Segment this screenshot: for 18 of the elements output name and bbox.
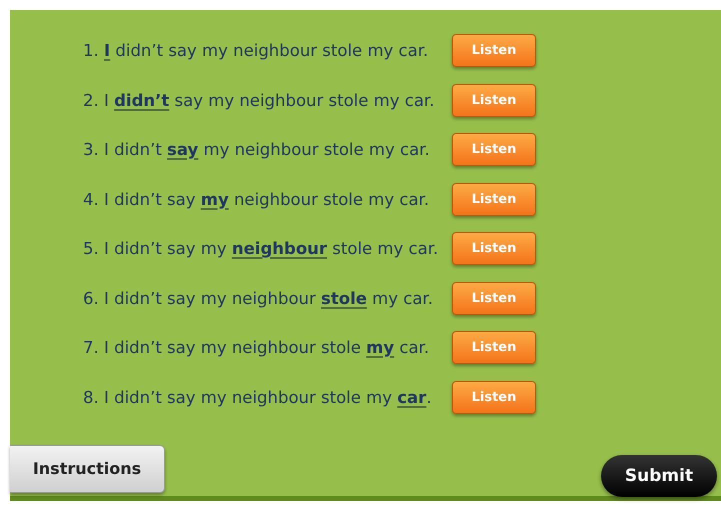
sentence-text: 2. I didn’t say my neighbour stole my car. bbox=[82, 90, 436, 110]
listen-button[interactable]: Listen bbox=[452, 232, 536, 265]
listen-button[interactable]: Listen bbox=[452, 282, 536, 314]
sentence-text: 8. I didn’t say my neighbour stole my car. bbox=[82, 388, 433, 406]
listen-button[interactable]: Listen bbox=[452, 182, 536, 216]
sentence-text: 6. I didn’t say my neighbour stole my car. bbox=[82, 288, 434, 308]
listen-button[interactable]: Listen bbox=[452, 34, 536, 67]
listen-button[interactable]: Listen bbox=[452, 84, 536, 116]
listen-button[interactable]: Listen bbox=[452, 380, 536, 414]
submit-button[interactable]: Submit bbox=[601, 454, 717, 496]
sentence-text: 3. I didn’t say my neighbour stole my car. bbox=[82, 140, 431, 159]
listen-button[interactable]: Listen bbox=[452, 133, 536, 166]
listen-button[interactable]: Listen bbox=[452, 331, 536, 364]
sentence-text: 5. I didn’t say my neighbour stole my car. bbox=[82, 239, 440, 258]
instructions-button[interactable]: Instructions bbox=[10, 444, 165, 492]
sentence-text: 4. I didn’t say my neighbour stole my car. bbox=[82, 190, 430, 208]
sentence-text: 7. I didn’t say my neighbour stole my car. bbox=[82, 338, 430, 357]
sentence-text: 1. I didn’t say my neighbour stole my car. bbox=[82, 41, 430, 60]
